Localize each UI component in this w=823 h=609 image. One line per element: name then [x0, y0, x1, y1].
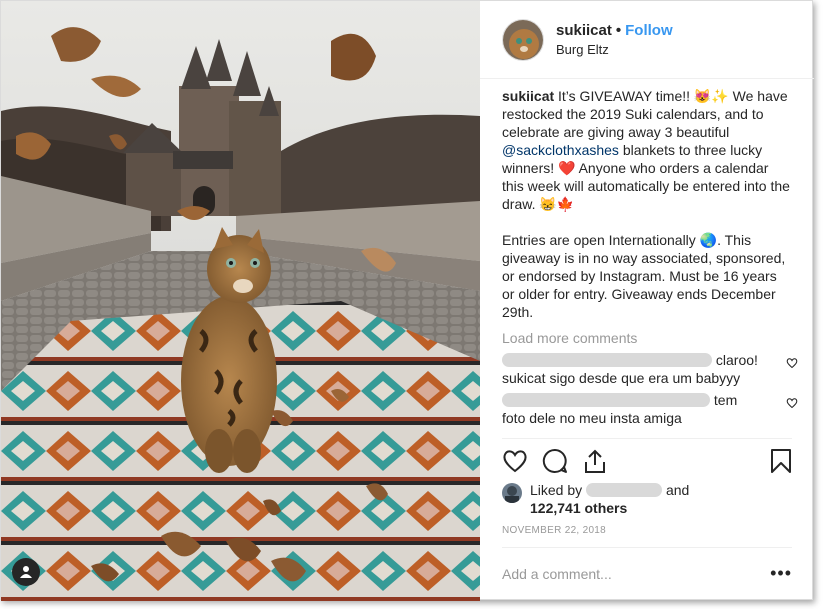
user-tag-button[interactable] [12, 558, 40, 586]
separator-dot: • [615, 21, 622, 39]
avatar-image [503, 19, 543, 60]
likes-summary: Liked by and 122,741 others [502, 481, 689, 517]
action-bar [502, 438, 792, 483]
avatar[interactable] [502, 18, 544, 61]
post-date[interactable]: NOVEMBER 22, 2018 [502, 525, 606, 536]
redacted-username [502, 353, 712, 367]
comment-text-1: tem [713, 392, 738, 408]
follow-button[interactable]: Follow [625, 22, 673, 39]
post-header: sukiicat • Follow Burg Eltz [480, 1, 814, 79]
comment-text-1: claroo! [715, 352, 758, 368]
likes-count-link[interactable]: 122,741 others [502, 499, 689, 517]
caption-text-2: blankets to three lucky winners! ❤️ Anyo… [502, 142, 790, 320]
heart-icon[interactable] [502, 448, 528, 474]
comment-text-2: sukicat sigo desde que era um babyyy [502, 370, 741, 386]
instagram-post: sukiicat • Follow Burg Eltz sukiicat It’s … [0, 0, 814, 601]
location-link[interactable]: Burg Eltz [556, 41, 673, 59]
comment-like-icon[interactable] [786, 397, 798, 409]
liker-avatar-image [502, 483, 522, 503]
comment-icon[interactable] [542, 448, 568, 474]
post-username[interactable]: sukiicat [556, 22, 612, 39]
post-photo[interactable] [1, 1, 480, 601]
share-icon[interactable] [582, 448, 608, 474]
bookmark-icon[interactable] [768, 448, 794, 474]
redacted-username [502, 393, 710, 407]
comment-text-2: foto dele no meu insta amiga [502, 410, 682, 426]
liker-avatar[interactable] [502, 483, 522, 503]
load-more-comments-button[interactable]: Load more comments [502, 329, 792, 347]
caption-username[interactable]: sukiicat [502, 88, 554, 104]
comment-item: tem foto dele no meu insta amiga [502, 391, 798, 427]
comments-section: sukiicat It’s GIVEAWAY time!! 😻✨ We have… [502, 87, 798, 427]
comment-like-icon[interactable] [786, 357, 798, 369]
mention-link[interactable]: @sackclothxashes [502, 142, 619, 158]
add-comment-bar: ••• [502, 547, 792, 599]
liked-by-text: Liked by [530, 482, 583, 498]
post-sidebar: sukiicat • Follow Burg Eltz sukiicat It’s … [480, 1, 814, 601]
add-comment-input[interactable] [502, 565, 752, 582]
more-options-button[interactable]: ••• [770, 563, 792, 584]
person-icon [20, 566, 32, 578]
cat-on-blanket-image [1, 1, 480, 601]
redacted-liker [586, 483, 663, 497]
comment-item: claroo! sukicat sigo desde que era um ba… [502, 351, 798, 387]
likes-and-text: and [665, 482, 690, 498]
caption: sukiicat It’s GIVEAWAY time!! 😻✨ We have… [502, 87, 792, 321]
